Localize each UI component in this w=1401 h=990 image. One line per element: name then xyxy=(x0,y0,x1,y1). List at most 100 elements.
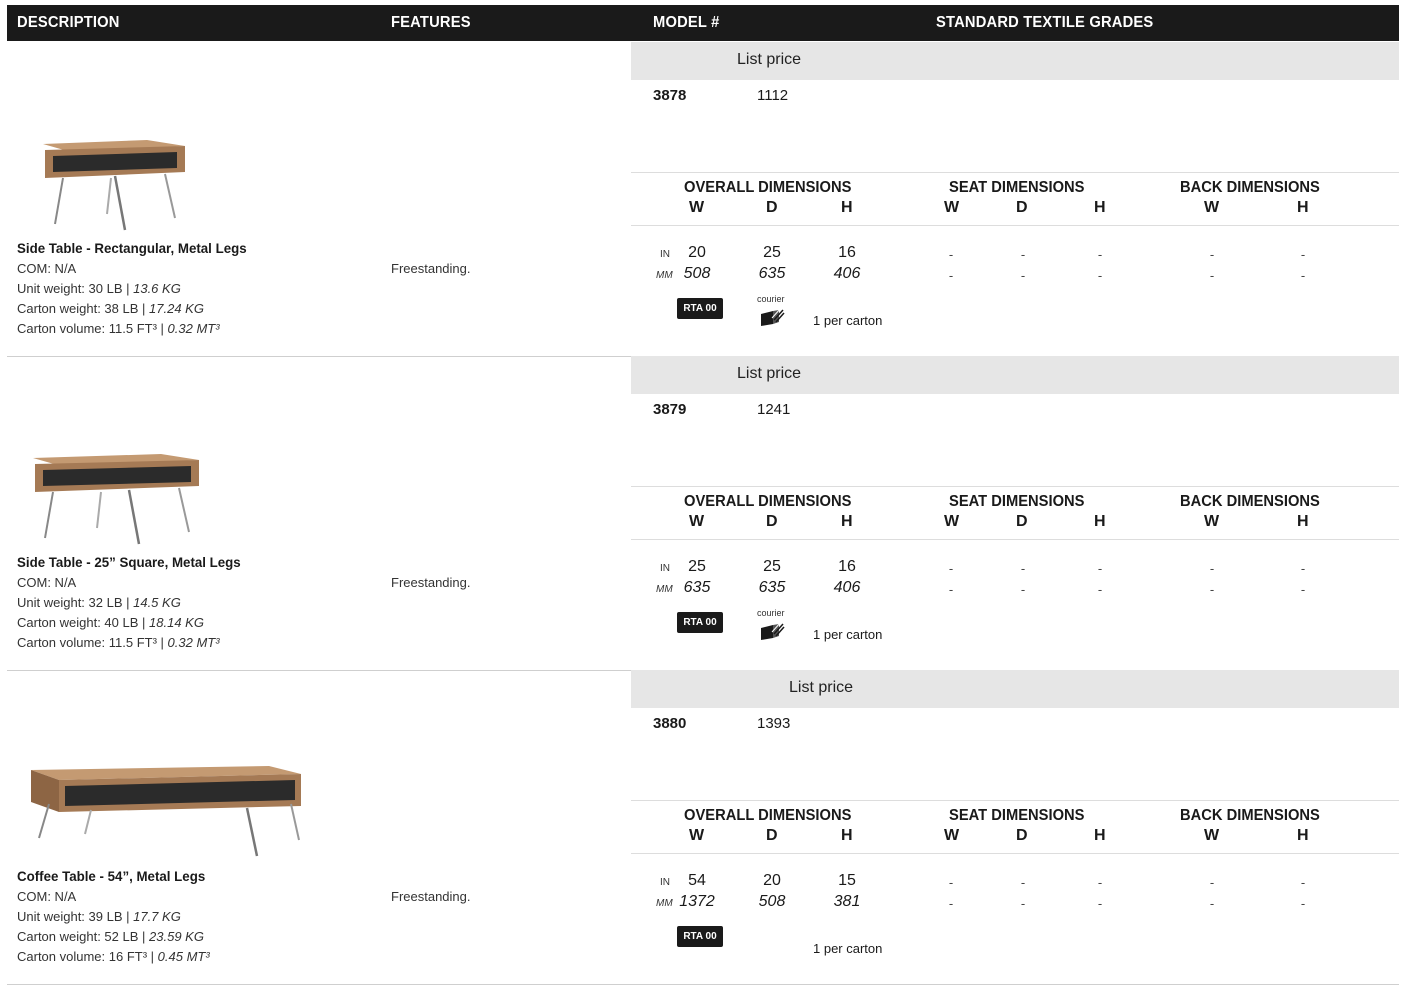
back-h-in: - xyxy=(1300,875,1306,890)
overall-h-header: H xyxy=(841,199,853,216)
back-h-header: H xyxy=(1297,199,1309,216)
overall-w-mm: 508 xyxy=(683,265,711,282)
header-model: MODEL # xyxy=(653,14,720,31)
overall-d-mm: 635 xyxy=(758,579,786,596)
divider xyxy=(631,539,1399,540)
seat-w-in: - xyxy=(948,875,954,890)
list-price-label: List price xyxy=(737,365,802,382)
list-price-value: 1241 xyxy=(757,401,791,418)
seat-d-in: - xyxy=(1020,875,1026,890)
overall-h-mm: 406 xyxy=(833,265,861,282)
overall-d-mm: 635 xyxy=(758,265,786,282)
seat-h-mm: - xyxy=(1097,582,1103,597)
back-w-header: W xyxy=(1204,513,1220,530)
back-h-mm: - xyxy=(1300,268,1306,283)
product-row: List price 3879 1241 OVERALL DIMENSIONS … xyxy=(7,356,1399,671)
divider xyxy=(631,225,1399,226)
product-carton-weight: Carton weight: 40 LB | 18.14 KG xyxy=(17,615,204,630)
seat-h-mm: - xyxy=(1097,268,1103,283)
unit-weight-lb: Unit weight: 32 LB | xyxy=(17,595,134,610)
seat-w-mm: - xyxy=(948,268,954,283)
back-w-header: W xyxy=(1204,199,1220,216)
overall-w-mm: 635 xyxy=(683,579,711,596)
overall-h-in: 15 xyxy=(838,872,856,889)
overall-h-mm: 406 xyxy=(833,579,861,596)
list-price-bar: List price xyxy=(631,670,1399,708)
back-h-header: H xyxy=(1297,827,1309,844)
overall-d-mm: 508 xyxy=(758,893,786,910)
seat-d-header: D xyxy=(1016,827,1028,844)
overall-d-header: D xyxy=(766,513,778,530)
overall-h-header: H xyxy=(841,513,853,530)
unit-weight-kg: 17.7 KG xyxy=(133,909,181,924)
seat-w-mm: - xyxy=(948,896,954,911)
features-text: Freestanding. xyxy=(391,261,471,276)
seat-w-header: W xyxy=(944,199,960,216)
overall-w-header: W xyxy=(689,827,705,844)
rta-badge: RTA 00 xyxy=(677,926,723,947)
list-price-value: 1393 xyxy=(757,715,791,732)
courier-box-icon xyxy=(759,307,785,332)
product-com: COM: N/A xyxy=(17,575,77,590)
divider xyxy=(631,800,1399,801)
seat-w-header: W xyxy=(944,513,960,530)
divider xyxy=(631,853,1399,854)
overall-h-in: 16 xyxy=(838,558,856,575)
back-dimensions-title: BACK DIMENSIONS xyxy=(1180,807,1320,824)
back-h-mm: - xyxy=(1300,582,1306,597)
back-h-in: - xyxy=(1300,247,1306,262)
list-price-label: List price xyxy=(737,51,802,68)
list-price-bar: List price xyxy=(631,356,1399,394)
overall-w-in: 25 xyxy=(688,558,706,575)
overall-d-header: D xyxy=(766,199,778,216)
courier-box-icon xyxy=(759,621,785,646)
back-w-mm: - xyxy=(1209,582,1215,597)
overall-d-in: 25 xyxy=(763,244,781,261)
seat-h-header: H xyxy=(1094,199,1106,216)
carton-weight-kg: 23.59 KG xyxy=(149,929,204,944)
carton-weight-lb: Carton weight: 40 LB | xyxy=(17,615,150,630)
unit-weight-lb: Unit weight: 30 LB | xyxy=(17,281,134,296)
seat-w-mm: - xyxy=(948,582,954,597)
model-number: 3878 xyxy=(653,87,687,104)
overall-dimensions-title: OVERALL DIMENSIONS xyxy=(684,807,852,824)
seat-d-mm: - xyxy=(1020,582,1026,597)
overall-w-header: W xyxy=(689,513,705,530)
overall-w-header: W xyxy=(689,199,705,216)
carton-volume-ft: Carton volume: 11.5 FT³ | xyxy=(17,321,168,336)
list-price-value: 1112 xyxy=(757,87,789,104)
courier-label: courier xyxy=(757,294,785,304)
back-w-in: - xyxy=(1209,875,1215,890)
header-textile-grades: STANDARD TEXTILE GRADES xyxy=(936,14,1154,31)
seat-d-mm: - xyxy=(1020,896,1026,911)
carton-weight-kg: 18.14 KG xyxy=(149,615,204,630)
seat-dimensions-title: SEAT DIMENSIONS xyxy=(949,807,1085,824)
list-price-label: List price xyxy=(789,679,854,696)
seat-dimensions-title: SEAT DIMENSIONS xyxy=(949,179,1085,196)
seat-h-mm: - xyxy=(1097,896,1103,911)
header-features: FEATURES xyxy=(391,14,471,31)
seat-h-header: H xyxy=(1094,827,1106,844)
carton-volume-m: 0.45 MT³ xyxy=(157,949,210,964)
product-unit-weight: Unit weight: 30 LB | 13.6 KG xyxy=(17,281,181,296)
divider xyxy=(631,486,1399,487)
header-description: DESCRIPTION xyxy=(17,14,120,31)
back-h-in: - xyxy=(1300,561,1306,576)
overall-w-in: 54 xyxy=(688,872,706,889)
overall-d-in: 20 xyxy=(763,872,781,889)
product-carton-volume: Carton volume: 16 FT³ | 0.45 MT³ xyxy=(17,949,210,964)
per-carton-text: 1 per carton xyxy=(813,627,883,642)
rta-badge: RTA 00 xyxy=(677,612,723,633)
overall-w-mm: 1372 xyxy=(679,893,715,910)
product-row: List price 3880 1393 OVERALL DIMENSIONS … xyxy=(7,670,1399,985)
product-carton-weight: Carton weight: 52 LB | 23.59 KG xyxy=(17,929,204,944)
product-title: Side Table - Rectangular, Metal Legs xyxy=(17,240,247,256)
seat-h-in: - xyxy=(1097,875,1103,890)
seat-d-header: D xyxy=(1016,513,1028,530)
unit-weight-kg: 14.5 KG xyxy=(133,595,181,610)
back-h-mm: - xyxy=(1300,896,1306,911)
per-carton-text: 1 per carton xyxy=(813,941,883,956)
overall-dimensions-title: OVERALL DIMENSIONS xyxy=(684,493,852,510)
overall-h-in: 16 xyxy=(838,244,856,261)
features-text: Freestanding. xyxy=(391,889,471,904)
